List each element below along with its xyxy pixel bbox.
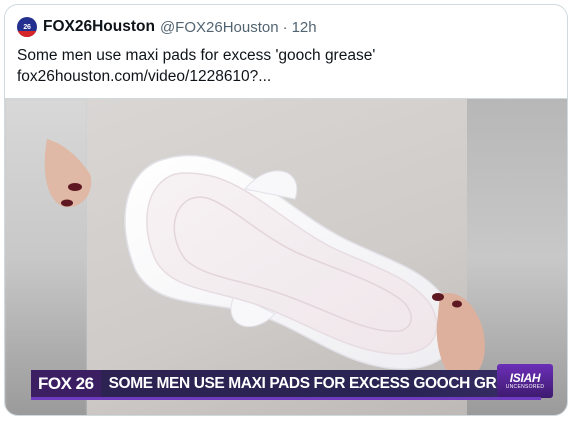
avatar-label: 26	[23, 23, 31, 31]
display-name[interactable]: FOX26Houston	[43, 18, 155, 36]
news-headline: SOME MEN USE MAXI PADS FOR EXCESS GOOCH …	[100, 370, 545, 397]
separator-dot: ·	[282, 18, 288, 36]
user-handle[interactable]: @FOX26Houston	[160, 19, 279, 36]
show-logo: ISIAH UNCENSORED	[497, 364, 553, 398]
news-lower-third: FOX 26 SOME MEN USE MAXI PADS FOR EXCESS…	[31, 370, 545, 397]
maxi-pad-illustration	[44, 139, 485, 381]
show-logo-subtitle: UNCENSORED	[505, 383, 545, 390]
lower-third-accent-bar	[31, 397, 541, 400]
tweet-text-line: Some men use maxi pads for excess 'gooch…	[17, 47, 376, 64]
left-hand	[44, 139, 92, 208]
avatar[interactable]: 26	[17, 17, 37, 37]
video-media[interactable]: FOX 26 SOME MEN USE MAXI PADS FOR EXCESS…	[5, 98, 567, 415]
station-logo: FOX 26	[31, 370, 101, 397]
tweet-card[interactable]: 26 FOX26Houston @FOX26Houston · 12h Some…	[4, 4, 568, 416]
tweet-header: 26 FOX26Houston @FOX26Houston · 12h	[17, 16, 317, 38]
show-logo-title: ISIAH	[509, 370, 541, 385]
timestamp[interactable]: 12h	[292, 19, 317, 36]
tweet-text: Some men use maxi pads for excess 'gooch…	[17, 45, 557, 87]
video-frame	[44, 99, 485, 415]
tweet-link[interactable]: fox26houston.com/video/1228610?...	[17, 66, 557, 87]
